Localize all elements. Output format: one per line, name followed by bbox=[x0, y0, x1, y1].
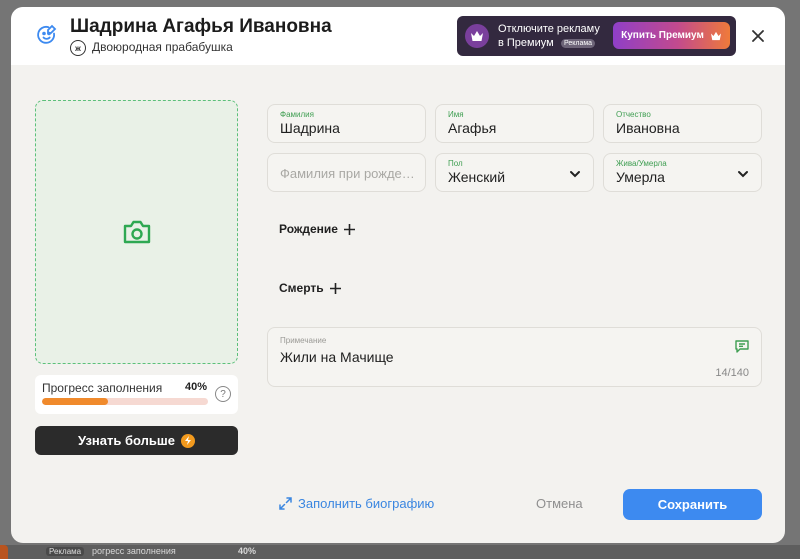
birth-section-label: Рождение bbox=[279, 222, 338, 236]
gender-badge: ж bbox=[70, 40, 86, 56]
gender-label: Пол bbox=[448, 159, 463, 168]
save-button[interactable]: Сохранить bbox=[623, 489, 762, 520]
comment-icon bbox=[735, 340, 749, 353]
background-orange-marker bbox=[0, 545, 8, 559]
cancel-button[interactable]: Отмена bbox=[536, 496, 583, 511]
ad-badge: Реклама bbox=[561, 39, 596, 48]
help-icon[interactable]: ? bbox=[215, 386, 231, 402]
buy-premium-button[interactable]: Купить Премиум bbox=[613, 22, 730, 49]
crown-icon bbox=[465, 24, 489, 48]
note-label: Примечание bbox=[280, 336, 327, 345]
surname-label: Фамилия bbox=[280, 110, 314, 119]
patronymic-label: Отчество bbox=[616, 110, 651, 119]
progress-percent: 40% bbox=[185, 381, 208, 393]
alive-status-select[interactable]: Жива/Умерла Умерла bbox=[603, 153, 762, 192]
crown-icon bbox=[710, 31, 721, 40]
expand-icon bbox=[279, 497, 292, 510]
death-section-toggle[interactable]: Смерть bbox=[279, 281, 341, 295]
camera-icon bbox=[123, 220, 150, 244]
buy-premium-label: Купить Премиум bbox=[621, 30, 704, 41]
close-icon bbox=[752, 30, 764, 42]
birth-section-toggle[interactable]: Рождение bbox=[279, 222, 355, 236]
surname-field[interactable]: Фамилия Шадрина bbox=[267, 104, 426, 143]
fill-biography-label: Заполнить биографию bbox=[298, 496, 435, 511]
progress-bar-fill bbox=[42, 398, 109, 405]
edit-person-modal: Шадрина Агафья Ивановна ж Двоюродная пра… bbox=[11, 7, 785, 543]
patronymic-value: Ивановна bbox=[616, 120, 680, 136]
gender-value: Женский bbox=[448, 169, 506, 185]
patronymic-field[interactable]: Отчество Ивановна bbox=[603, 104, 762, 143]
plus-icon bbox=[343, 223, 355, 235]
chevron-down-icon bbox=[738, 171, 748, 178]
face-edit-icon bbox=[37, 24, 57, 44]
promo-text-line2: в Премиум bbox=[498, 37, 554, 49]
coin-icon bbox=[180, 433, 195, 448]
first-name-field[interactable]: Имя Агафья bbox=[435, 104, 594, 143]
first-name-label: Имя bbox=[448, 110, 464, 119]
alive-status-value: Умерла bbox=[616, 169, 665, 185]
modal-header: Шадрина Агафья Ивановна ж Двоюродная пра… bbox=[11, 7, 785, 65]
gender-select[interactable]: Пол Женский bbox=[435, 153, 594, 192]
note-value: Жили на Мачище bbox=[280, 349, 394, 365]
background-strip: Реклама рогресс заполнения 40% bbox=[0, 545, 800, 559]
learn-more-label: Узнать больше bbox=[78, 433, 175, 448]
relation-label: Двоюродная прабабушка bbox=[92, 40, 233, 54]
progress-label: Прогресс заполнения bbox=[42, 381, 163, 395]
alive-status-label: Жива/Умерла bbox=[616, 159, 667, 168]
page-title: Шадрина Агафья Ивановна bbox=[70, 16, 332, 37]
fill-progress-card: Прогресс заполнения 40% ? bbox=[35, 375, 238, 414]
progress-bar bbox=[42, 398, 208, 405]
chevron-down-icon bbox=[570, 171, 580, 178]
save-label: Сохранить bbox=[657, 497, 728, 512]
premium-promo-banner: Отключите рекламу в Премиум Реклама Купи… bbox=[457, 16, 736, 56]
surname-value: Шадрина bbox=[280, 120, 340, 136]
learn-more-button[interactable]: Узнать больше bbox=[35, 426, 238, 455]
background-progress-percent: 40% bbox=[238, 546, 257, 556]
photo-upload-area[interactable] bbox=[35, 100, 238, 364]
character-counter: 14/140 bbox=[715, 367, 749, 379]
death-section-label: Смерть bbox=[279, 281, 324, 295]
first-name-value: Агафья bbox=[448, 120, 497, 136]
fill-biography-link[interactable]: Заполнить биографию bbox=[279, 496, 434, 511]
note-field[interactable]: Примечание Жили на Мачище 14/140 bbox=[267, 327, 762, 387]
plus-icon bbox=[329, 282, 341, 294]
birth-surname-field[interactable]: Фамилия при рождении bbox=[267, 153, 426, 192]
background-ad-badge: Реклама bbox=[46, 547, 85, 556]
birth-surname-placeholder: Фамилия при рождении bbox=[280, 166, 420, 181]
promo-text-line1: Отключите рекламу bbox=[498, 23, 600, 35]
background-progress-label: рогресс заполнения bbox=[92, 546, 176, 556]
close-button[interactable] bbox=[749, 27, 767, 45]
